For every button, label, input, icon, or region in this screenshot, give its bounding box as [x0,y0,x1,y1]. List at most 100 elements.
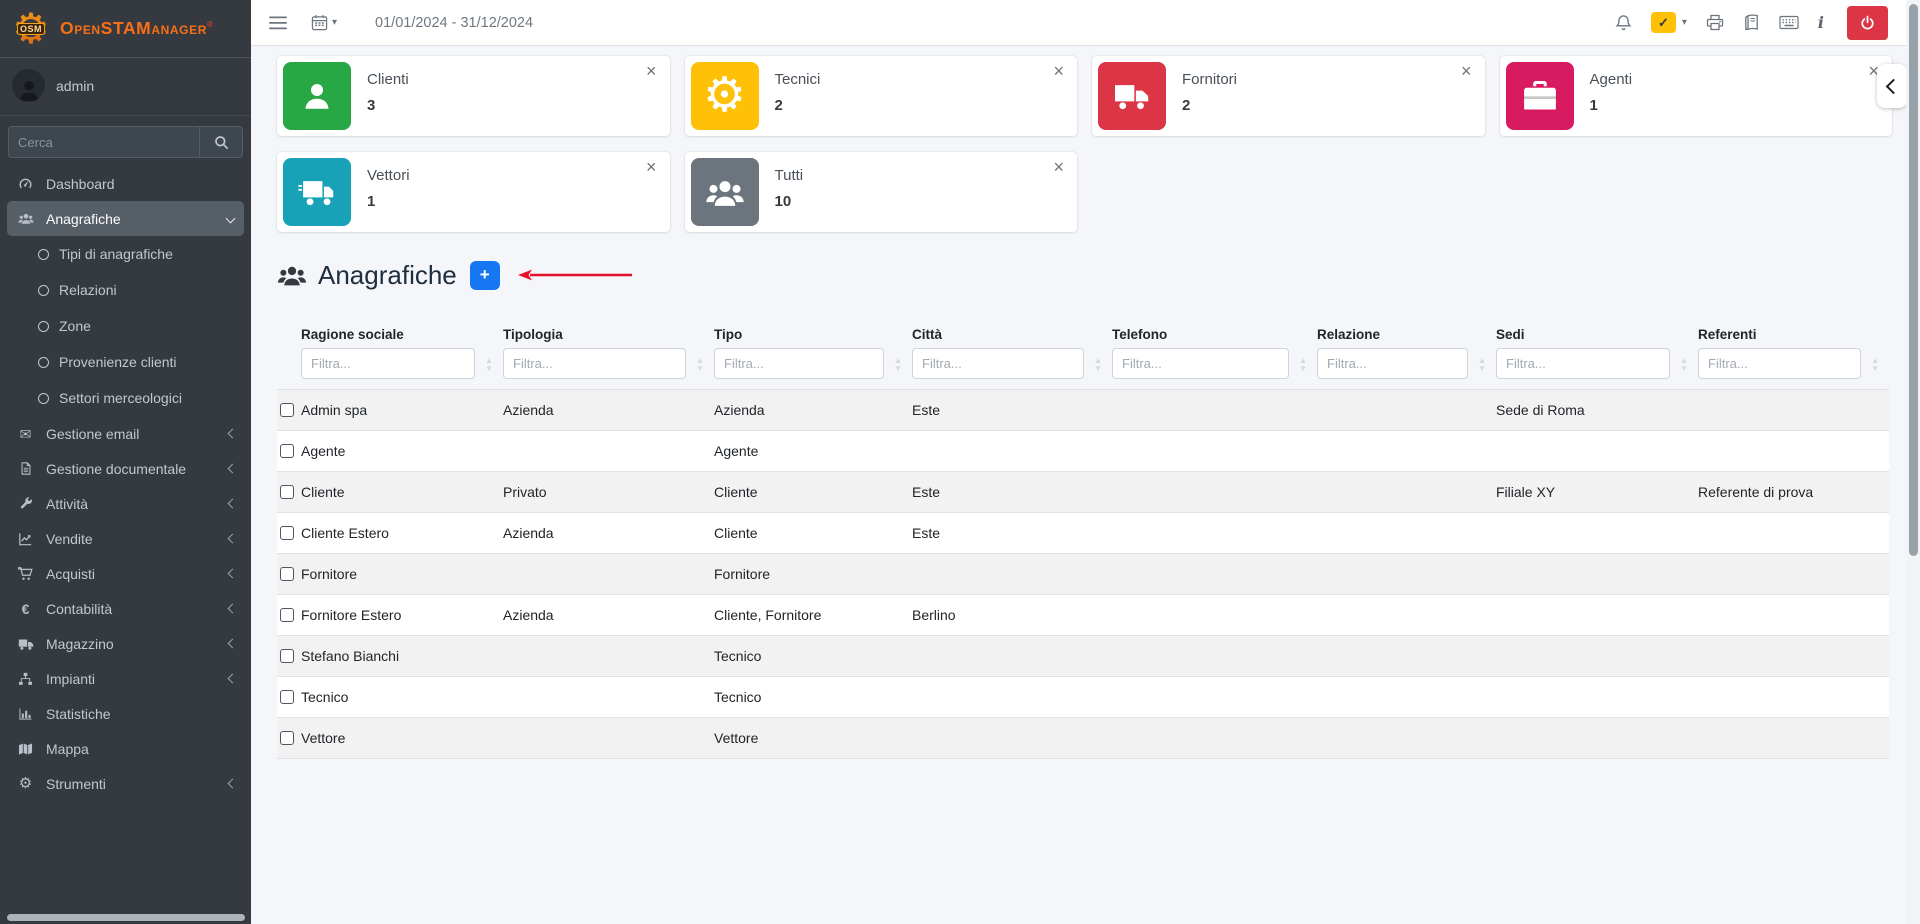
widget-fornitori[interactable]: Fornitori 2 × [1092,56,1485,136]
close-icon[interactable]: × [1053,62,1064,80]
filter-input-tipologia[interactable] [503,348,686,379]
calendar-dropdown[interactable]: ▾ [311,14,337,31]
sidebar-item-anagrafiche[interactable]: Anagrafiche [7,201,244,236]
sidebar-item-settori-merceologici[interactable]: Settori merceologici [0,380,251,416]
widgets-collapse-button[interactable] [1877,64,1907,108]
row-checkbox[interactable] [280,567,294,581]
widget-tutti[interactable]: Tutti 10 × [685,152,1078,232]
sidebar-item-dashboard[interactable]: Dashboard [0,166,251,201]
table-row[interactable]: Cliente EsteroAziendaClienteEste [277,512,1889,553]
keyboard-shortcuts-button[interactable] [1779,15,1799,30]
filter-input-telefono[interactable] [1112,348,1289,379]
widget-clienti[interactable]: Clienti 3 × [277,56,670,136]
sidebar-item-gestione-email[interactable]: ✉ Gestione email [0,416,251,451]
row-checkbox[interactable] [280,403,294,417]
sidebar-item-relazioni[interactable]: Relazioni [0,272,251,308]
column-label[interactable]: Tipologia [503,327,686,342]
sort-arrows-icon[interactable]: ▲▼ [1871,357,1879,372]
hamburger-menu-button[interactable] [269,16,287,30]
row-checkbox[interactable] [280,690,294,704]
filter-input-citta[interactable] [912,348,1084,379]
column-label[interactable]: Ragione sociale [301,327,475,342]
sort-arrows-icon[interactable]: ▲▼ [696,357,704,372]
date-range[interactable]: 01/01/2024 - 31/12/2024 [375,15,533,31]
search-input[interactable] [8,126,199,158]
table-row[interactable]: Fornitore EsteroAziendaCliente, Fornitor… [277,594,1889,635]
manual-button[interactable] [1743,14,1760,31]
sort-arrows-icon[interactable]: ▲▼ [1680,357,1688,372]
column-label[interactable]: Relazione [1317,327,1468,342]
table-row[interactable]: Stefano BianchiTecnico [277,635,1889,676]
todo-check-button[interactable]: ✓ [1651,12,1676,33]
sort-arrows-icon[interactable]: ▲▼ [1478,357,1486,372]
row-checkbox[interactable] [280,649,294,663]
widget-agenti[interactable]: Agenti 1 × [1500,56,1893,136]
sidebar-horizontal-scrollbar[interactable] [7,914,245,921]
sidebar-item-statistiche[interactable]: Statistiche [0,696,251,731]
sidebar-item-contabilita[interactable]: € Contabilità [0,591,251,626]
sidebar-item-mappa[interactable]: Mappa [0,731,251,766]
close-icon[interactable]: × [646,158,657,176]
column-label[interactable]: Città [912,327,1084,342]
sidebar-item-gestione-documentale[interactable]: Gestione documentale [0,451,251,486]
filter-input-referenti[interactable] [1698,348,1861,379]
close-icon[interactable]: × [1461,62,1472,80]
map-icon [15,742,36,756]
filter-input-ragione-sociale[interactable] [301,348,475,379]
sidebar-item-strumenti[interactable]: ⚙ Strumenti [0,766,251,801]
power-logout-button[interactable] [1847,6,1888,40]
todo-dropdown[interactable]: ✓ ▾ [1651,12,1687,33]
sort-arrows-icon[interactable]: ▲▼ [1299,357,1307,372]
widget-title: Clienti [367,71,409,88]
widget-vettori[interactable]: Vettori 1 × [277,152,670,232]
table-row[interactable]: Admin spaAziendaAziendaEsteSede di Roma [277,389,1889,430]
sort-arrows-icon[interactable]: ▲▼ [1094,357,1102,372]
table-row[interactable]: AgenteAgente [277,430,1889,471]
sidebar-item-vendite[interactable]: Vendite [0,521,251,556]
anagrafiche-submenu: Tipi di anagrafiche Relazioni Zone Prove… [0,236,251,416]
brand[interactable]: ⚙OSM OpenSTAManager® [0,0,251,58]
filter-input-tipo[interactable] [714,348,884,379]
column-citta: Città ▲▼ [912,327,1112,379]
table-row[interactable]: FornitoreFornitore [277,553,1889,594]
row-checkbox[interactable] [280,485,294,499]
sidebar-item-magazzino[interactable]: Magazzino [0,626,251,661]
column-label[interactable]: Telefono [1112,327,1289,342]
column-referenti: Referenti ▲▼ [1698,327,1889,379]
close-icon[interactable]: × [646,62,657,80]
column-label[interactable]: Referenti [1698,327,1861,342]
sidebar-item-provenienze-clienti[interactable]: Provenienze clienti [0,344,251,380]
sort-arrows-icon[interactable]: ▲▼ [894,357,902,372]
row-checkbox[interactable] [280,731,294,745]
bar-chart-icon [15,707,36,721]
widget-tecnici[interactable]: ⚙ Tecnici 2 × [685,56,1078,136]
close-icon[interactable]: × [1053,158,1064,176]
column-label[interactable]: Tipo [714,327,884,342]
row-checkbox[interactable] [280,526,294,540]
sidebar-item-acquisti[interactable]: Acquisti [0,556,251,591]
table-row[interactable]: VettoreVettore [277,717,1889,759]
sidebar-item-attivita[interactable]: Attività [0,486,251,521]
row-checkbox[interactable] [280,444,294,458]
filter-input-sedi[interactable] [1496,348,1670,379]
info-button[interactable]: i [1818,13,1824,32]
table-row[interactable]: ClientePrivatoClienteEsteFiliale XYRefer… [277,471,1889,512]
sidebar-item-tipi-di-anagrafiche[interactable]: Tipi di anagrafiche [0,236,251,272]
page-scrollbar[interactable] [1906,0,1920,924]
search-button[interactable] [199,126,243,158]
table-row[interactable]: TecnicoTecnico [277,676,1889,717]
sidebar-item-zone[interactable]: Zone [0,308,251,344]
filter-input-relazione[interactable] [1317,348,1468,379]
column-label[interactable]: Sedi [1496,327,1670,342]
user-avatar[interactable] [12,69,45,102]
sidebar-item-impianti[interactable]: Impianti [0,661,251,696]
printer-icon [1706,14,1724,31]
row-checkbox[interactable] [280,608,294,622]
print-button[interactable] [1706,14,1724,31]
bell-notifications-button[interactable] [1615,14,1632,32]
sort-arrows-icon[interactable]: ▲▼ [485,357,493,372]
page-scrollbar-thumb[interactable] [1909,4,1918,556]
widgets-grid: Clienti 3 × ⚙ Tecnici 2 × Fornitori 2 × … [277,56,1892,232]
add-record-button[interactable]: + [470,261,500,290]
sidebar-item-label: Attività [46,496,88,512]
